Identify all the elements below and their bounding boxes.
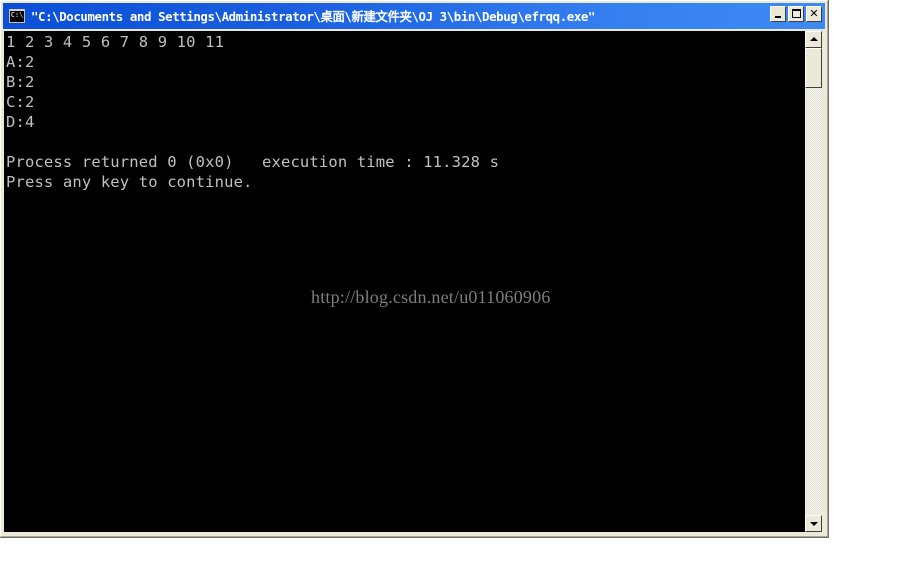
close-button[interactable]: ✕: [806, 6, 822, 22]
watermark-text: http://blog.csdn.net/u011060906: [311, 287, 551, 307]
scroll-up-button[interactable]: [805, 31, 822, 48]
console-line: 1 2 3 4 5 6 7 8 9 10 11: [6, 33, 225, 51]
minimize-icon: [775, 16, 781, 18]
maximize-icon: [792, 9, 801, 18]
console-line: D:4: [6, 113, 35, 131]
arrow-down-icon: [810, 522, 818, 526]
minimize-button[interactable]: [770, 6, 786, 22]
console-lines: 1 2 3 4 5 6 7 8 9 10 11 A:2 B:2 C:2 D:4 …: [6, 32, 499, 192]
window-title: "C:\Documents and Settings\Administrator…: [31, 9, 596, 24]
scroll-down-button[interactable]: [805, 515, 822, 532]
title-bar[interactable]: C:\ "C:\Documents and Settings\Administr…: [3, 3, 825, 29]
arrow-up-icon: [810, 37, 818, 41]
console-line: C:2: [6, 93, 35, 111]
console-output[interactable]: 1 2 3 4 5 6 7 8 9 10 11 A:2 B:2 C:2 D:4 …: [4, 31, 805, 532]
command-prompt-icon[interactable]: C:\: [9, 9, 25, 23]
vertical-scrollbar[interactable]: [805, 31, 822, 532]
console-window: C:\ "C:\Documents and Settings\Administr…: [0, 0, 829, 538]
console-line: Press any key to continue.: [6, 173, 253, 191]
console-line: Process returned 0 (0x0) execution time …: [6, 153, 500, 171]
close-icon: ✕: [809, 7, 819, 20]
maximize-button[interactable]: [788, 6, 804, 22]
caption-buttons: ✕: [770, 6, 822, 22]
console-line: A:2: [6, 53, 35, 71]
scroll-thumb[interactable]: [805, 48, 822, 88]
console-line: B:2: [6, 73, 35, 91]
